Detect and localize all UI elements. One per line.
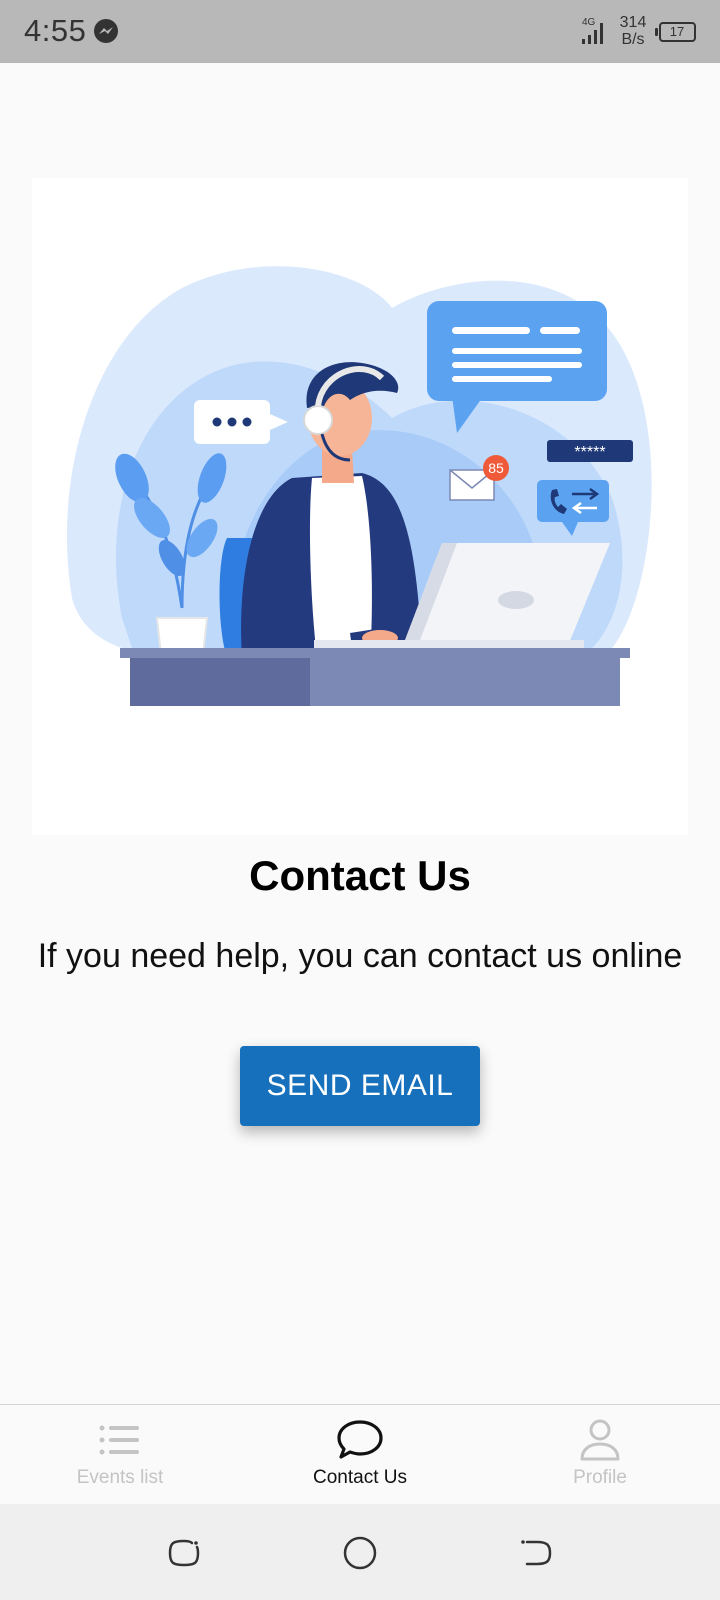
- net-speed-value: 314: [619, 14, 647, 31]
- nav-item-contact-us[interactable]: Contact Us: [240, 1405, 480, 1505]
- net-speed: 314 B/s: [616, 14, 650, 48]
- status-bar: 4:55 4G 314 B/s 17: [0, 0, 720, 63]
- send-email-button[interactable]: SEND EMAIL: [240, 1046, 480, 1126]
- battery-level: 17: [669, 24, 685, 39]
- nav-label-events-list: Events list: [76, 1467, 164, 1488]
- person-icon: [580, 1419, 620, 1461]
- bottom-nav: Events list Contact Us Profile: [0, 1404, 720, 1504]
- page-title: Contact Us: [249, 852, 471, 899]
- page-subtitle: If you need help, you can contact us onl…: [37, 937, 683, 975]
- recent-apps-icon[interactable]: [165, 1534, 203, 1572]
- net-speed-unit: B/s: [621, 31, 645, 48]
- list-icon: [99, 1425, 139, 1455]
- signal-icon: 4G: [582, 17, 603, 44]
- network-type: 4G: [582, 17, 596, 28]
- home-icon[interactable]: [341, 1534, 379, 1572]
- support-illustration: ***** 85: [32, 178, 688, 835]
- status-time: 4:55: [24, 13, 87, 48]
- messenger-icon: [94, 19, 118, 43]
- back-icon[interactable]: [517, 1534, 555, 1572]
- nav-item-profile[interactable]: Profile: [480, 1405, 720, 1505]
- nav-label-contact-us: Contact Us: [313, 1467, 407, 1488]
- nav-label-profile: Profile: [573, 1467, 627, 1488]
- notification-badge: 85: [488, 460, 504, 476]
- chat-bubble-icon: [337, 1420, 383, 1459]
- system-nav-bar: [0, 1504, 720, 1600]
- nav-item-events-list[interactable]: Events list: [0, 1405, 240, 1505]
- password-mask: *****: [574, 444, 605, 461]
